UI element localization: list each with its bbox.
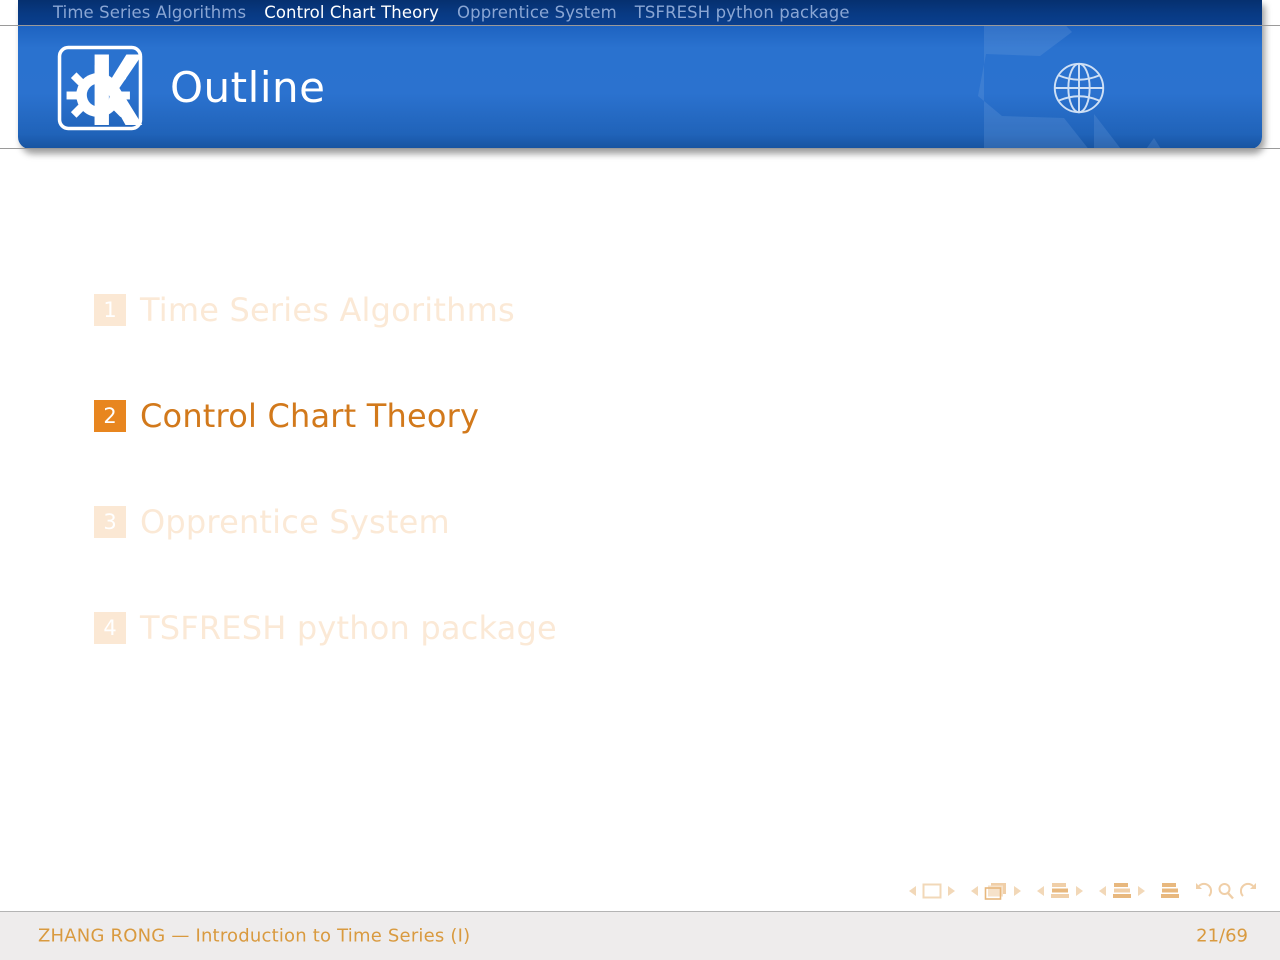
nav-item-opprentice-system[interactable]: Opprentice System <box>457 0 617 26</box>
outline-badge-3: 3 <box>94 506 126 538</box>
outline-item-4[interactable]: 4 TSFRESH python package <box>94 612 557 644</box>
outline-badge-4: 4 <box>94 612 126 644</box>
header-top-rule <box>0 25 1280 26</box>
nav-group-subsection[interactable] <box>1036 882 1084 900</box>
go-forward-icon[interactable] <box>1240 882 1258 900</box>
outline-label-1: Time Series Algorithms <box>140 291 515 329</box>
outline-label-2: Control Chart Theory <box>140 397 480 435</box>
go-back-icon[interactable] <box>1194 882 1212 900</box>
outline-item-3[interactable]: 3 Opprentice System <box>94 506 450 538</box>
document-icon[interactable] <box>1160 882 1180 900</box>
kde-logo-icon <box>57 45 143 130</box>
page-title: Outline <box>170 62 326 112</box>
prev-section-icon[interactable] <box>1098 885 1107 897</box>
slide-icon[interactable] <box>922 883 942 899</box>
outline-list: 1 Time Series Algorithms 2 Control Chart… <box>0 160 1280 860</box>
frame-icon[interactable] <box>984 882 1008 900</box>
nav-group-document[interactable] <box>1160 882 1180 900</box>
prev-slide-icon[interactable] <box>908 885 917 897</box>
outline-badge-1: 1 <box>94 294 126 326</box>
nav-item-tsfresh-python-package[interactable]: TSFRESH python package <box>635 0 850 26</box>
beamer-navigation-symbols[interactable] <box>908 878 1258 904</box>
nav-group-section[interactable] <box>1098 882 1146 900</box>
title-bar: Outline <box>18 26 1262 149</box>
prev-subsection-icon[interactable] <box>1036 885 1045 897</box>
slide-footer: ZHANG RONG — Introduction to Time Series… <box>0 912 1280 960</box>
outline-label-3: Opprentice System <box>140 503 450 541</box>
globe-icon <box>1053 62 1105 113</box>
search-icon[interactable] <box>1217 882 1235 900</box>
outline-item-1[interactable]: 1 Time Series Algorithms <box>94 294 515 326</box>
outline-label-4: TSFRESH python package <box>140 609 557 647</box>
nav-group-slide[interactable] <box>908 883 956 899</box>
outline-item-2[interactable]: 2 Control Chart Theory <box>94 400 479 432</box>
header-bottom-rule <box>0 148 1280 149</box>
outline-badge-2: 2 <box>94 400 126 432</box>
nav-group-history[interactable] <box>1194 882 1258 900</box>
footer-author-title: ZHANG RONG — Introduction to Time Series… <box>38 925 471 947</box>
section-navigation-bar: Time Series Algorithms Control Chart The… <box>18 0 1262 26</box>
footer-page-number: 21/69 <box>1196 925 1248 947</box>
section-navigation-items: Time Series Algorithms Control Chart The… <box>53 0 850 26</box>
nav-item-time-series-algorithms[interactable]: Time Series Algorithms <box>53 0 246 26</box>
section-icon[interactable] <box>1112 882 1132 900</box>
footer-top-rule <box>0 911 1280 912</box>
nav-item-control-chart-theory[interactable]: Control Chart Theory <box>264 0 439 26</box>
next-section-icon[interactable] <box>1137 885 1146 897</box>
next-subsection-icon[interactable] <box>1075 885 1084 897</box>
prev-frame-icon[interactable] <box>970 885 979 897</box>
subsection-icon[interactable] <box>1050 882 1070 900</box>
next-frame-icon[interactable] <box>1013 885 1022 897</box>
next-slide-icon[interactable] <box>947 885 956 897</box>
nav-group-frame[interactable] <box>970 882 1022 900</box>
slide-header: Time Series Algorithms Control Chart The… <box>18 0 1262 149</box>
